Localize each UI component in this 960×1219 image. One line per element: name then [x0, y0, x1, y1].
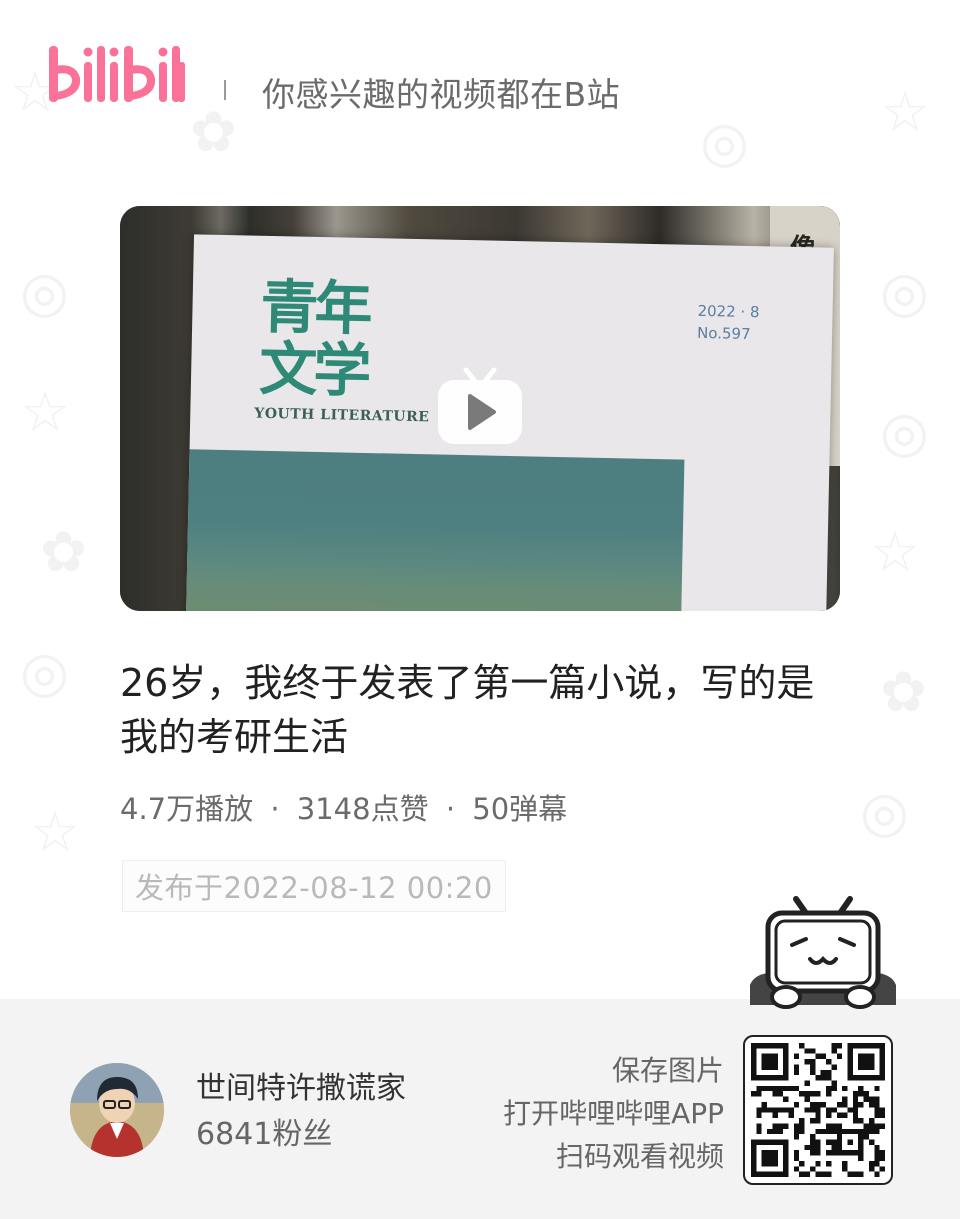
issue-date: 2022 · 8	[697, 301, 760, 322]
qr-instruction-scan: 扫码观看视频	[555, 1140, 724, 1173]
video-title[interactable]: 26岁，我终于发表了第一篇小说，写的是我的考研生活	[120, 656, 840, 764]
uploader-avatar[interactable]	[70, 1063, 164, 1157]
separator-dot: ·	[445, 792, 456, 826]
like-count: 3148点赞	[296, 792, 429, 826]
bilibili-logo[interactable]	[46, 40, 186, 112]
video-cover[interactable]: 像 红 青年文学 YOUTH LITERATURE 2022 · 8 No.59…	[120, 206, 840, 611]
slogan: 你感兴趣的视频都在B站	[262, 75, 621, 114]
separator-dot: ·	[270, 792, 280, 826]
issue-number: No.597	[696, 323, 751, 344]
header: 你感兴趣的视频都在B站	[0, 40, 960, 140]
tv-mascot-icon	[750, 896, 896, 1009]
qr-instruction-open-app: 打开哔哩哔哩APP	[503, 1097, 724, 1130]
magazine-artwork	[185, 449, 685, 611]
qr-instructions: 保存图片 打开哔哩哔哩APP 扫码观看视频	[503, 1049, 724, 1178]
magazine-subtitle: YOUTH LITERATURE	[254, 405, 430, 426]
qr-code-matrix	[751, 1043, 885, 1177]
publish-date: 发布于2022-08-12 00:20	[122, 860, 506, 912]
magazine-title: 青年文学	[258, 272, 370, 405]
magazine-issue: 2022 · 8 No.597	[697, 300, 760, 345]
play-icon[interactable]	[436, 366, 524, 446]
qr-code[interactable]	[743, 1035, 893, 1185]
danmaku-count: 50弹幕	[472, 792, 568, 826]
header-divider	[224, 80, 226, 100]
footer-bar: 世间特许撒谎家 6841粉丝 保存图片 打开哔哩哔哩APP 扫码观看视频	[0, 999, 960, 1219]
video-stats: 4.7万播放 · 3148点赞 · 50弹幕	[120, 786, 567, 828]
fan-count: 6841粉丝	[196, 1117, 333, 1152]
play-count: 4.7万播放	[120, 792, 254, 826]
uploader-name[interactable]: 世间特许撒谎家	[196, 1063, 406, 1107]
qr-instruction-save: 保存图片	[611, 1054, 724, 1087]
